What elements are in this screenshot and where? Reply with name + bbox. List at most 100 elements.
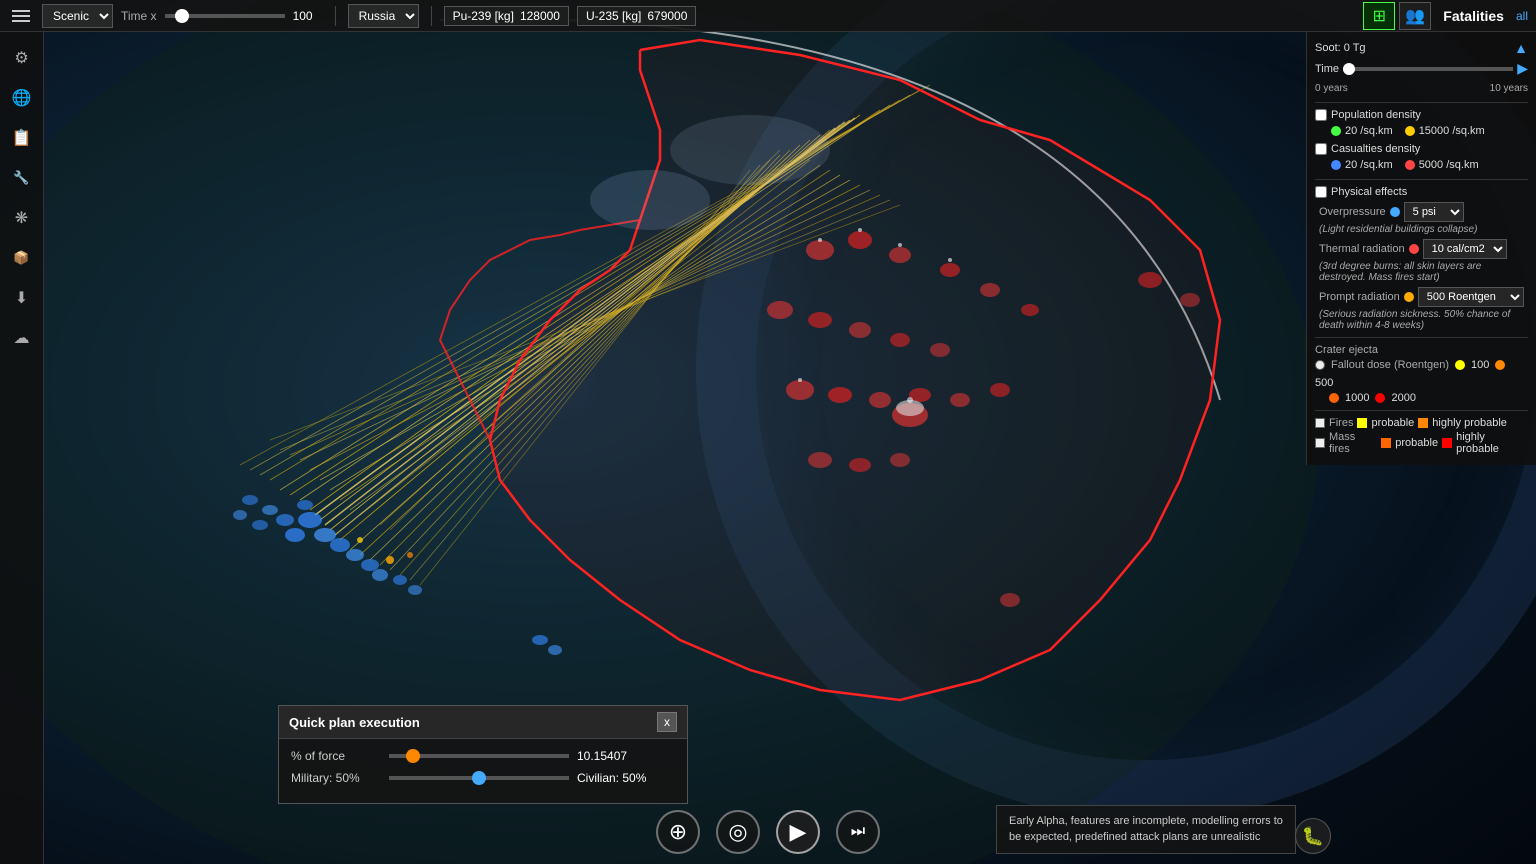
crater-ejecta-label: Crater ejecta xyxy=(1315,344,1528,356)
overpressure-label: Overpressure xyxy=(1319,206,1386,218)
crosshair-button[interactable]: ⊕ xyxy=(656,810,700,854)
force-label: % of force xyxy=(291,749,381,763)
fallout-dot-500 xyxy=(1495,360,1505,370)
pop-15000-label: 15000 /sq.km xyxy=(1419,125,1485,137)
quick-plan-close-button[interactable]: x xyxy=(657,712,677,732)
pop-density-label: Population density xyxy=(1331,109,1421,121)
military-slider[interactable] xyxy=(389,776,569,780)
crater-row-1: Fallout dose (Roentgen) 100 500 xyxy=(1315,359,1528,389)
country-select[interactable]: Russia xyxy=(348,4,419,28)
fires-sq-highly xyxy=(1418,418,1428,428)
physical-effects-row: Physical effects xyxy=(1315,186,1528,198)
sidebar: ⚙ 🌐 📋 🔧 ❋ 📦 ⬇ ☁ xyxy=(0,32,44,864)
bug-icon-button[interactable]: 🐛 xyxy=(1295,818,1331,854)
cas-5000-label: 5000 /sq.km xyxy=(1419,159,1479,171)
fatalities-label: Fatalities xyxy=(1443,8,1504,24)
mass-probable: probable xyxy=(1395,437,1438,449)
calculator-button[interactable]: ⊞ xyxy=(1363,2,1395,30)
sidebar-btn-settings[interactable]: ⚙ xyxy=(4,40,40,76)
u235-box: U-235 [kg] 679000 xyxy=(577,6,696,26)
overpressure-color xyxy=(1390,207,1400,217)
pu239-label: Pu-239 [kg] xyxy=(453,9,514,23)
u235-value: 679000 xyxy=(647,9,687,23)
thermal-color xyxy=(1409,244,1419,254)
time-arrow-play[interactable]: ▶ xyxy=(1517,60,1528,77)
sidebar-btn-assets[interactable]: 📦 xyxy=(4,240,40,276)
sidebar-btn-download[interactable]: ⬇ xyxy=(4,280,40,316)
u235-label: U-235 [kg] xyxy=(586,9,641,23)
time-start: 0 years xyxy=(1315,83,1348,94)
time-label-rp: Time xyxy=(1315,63,1339,75)
pop-density-checkbox[interactable] xyxy=(1315,109,1327,121)
mass-fires-row: Mass fires probable highly probable xyxy=(1315,431,1528,455)
sidebar-btn-tools[interactable]: 🔧 xyxy=(4,160,40,196)
sidebar-btn-cloud[interactable]: ☁ xyxy=(4,320,40,356)
fallout-dot-white xyxy=(1315,360,1325,370)
crater-row-2: 1000 2000 xyxy=(1329,392,1528,404)
overpressure-note: (Light residential buildings collapse) xyxy=(1319,224,1528,235)
prompt-note: (Serious radiation sickness. 50% chance … xyxy=(1319,309,1528,331)
alpha-notice: Early Alpha, features are incomplete, mo… xyxy=(996,805,1296,854)
fallout-500: 500 xyxy=(1315,377,1333,389)
fires-sq-probable xyxy=(1357,418,1367,428)
sidebar-btn-effects[interactable]: ❋ xyxy=(4,200,40,236)
time-end: 10 years xyxy=(1490,83,1528,94)
prompt-select[interactable]: 500 Roentgen 200 Roentgen 1000 Roentgen xyxy=(1418,287,1524,307)
time-slider[interactable] xyxy=(165,14,285,18)
people-icon: 👥 xyxy=(1405,6,1425,26)
all-link[interactable]: all xyxy=(1516,9,1528,23)
force-row: % of force 10.15407 xyxy=(291,749,675,763)
thermal-note: (3rd degree burns: all skin layers are d… xyxy=(1319,261,1528,283)
calculator-icon: ⊞ xyxy=(1373,6,1386,26)
soot-label: Soot: 0 Tg xyxy=(1315,42,1366,54)
right-panel: Soot: 0 Tg ▲ Time ▶ 0 years 10 years Pop… xyxy=(1306,32,1536,465)
fallout-2000: 2000 xyxy=(1391,392,1415,404)
pop-20-label: 20 /sq.km xyxy=(1345,125,1393,137)
fires-probable: probable xyxy=(1371,417,1414,429)
fires-label: Fires xyxy=(1329,417,1353,429)
time-slider-row: Time ▶ xyxy=(1315,60,1528,77)
scenario-select[interactable]: Scenic xyxy=(42,4,113,28)
physical-effects-checkbox[interactable] xyxy=(1315,186,1327,198)
menu-button[interactable] xyxy=(8,6,34,26)
cas-density-checkbox[interactable] xyxy=(1315,143,1327,155)
next-button[interactable]: ⏭ xyxy=(836,810,880,854)
fallout-100: 100 xyxy=(1471,359,1489,371)
fallout-1000: 1000 xyxy=(1345,392,1369,404)
cas-20-label: 20 /sq.km xyxy=(1345,159,1393,171)
force-value: 10.15407 xyxy=(577,749,637,763)
time-value: 100 xyxy=(293,9,323,23)
people-button[interactable]: 👥 xyxy=(1399,2,1431,30)
civilian-label: Civilian: 50% xyxy=(577,771,646,785)
soot-arrow[interactable]: ▲ xyxy=(1514,40,1528,56)
cas-density-label: Casualties density xyxy=(1331,143,1420,155)
soot-row: Soot: 0 Tg ▲ xyxy=(1315,40,1528,56)
topbar: Scenic Time x 100 Russia Pu-239 [kg] 128… xyxy=(0,0,1536,32)
physical-effects-label: Physical effects xyxy=(1331,186,1407,198)
thermal-select[interactable]: 10 cal/cm2 5 cal/cm2 20 cal/cm2 xyxy=(1423,239,1507,259)
cas-20-item: 20 /sq.km xyxy=(1331,159,1393,171)
pop-density-row: Population density xyxy=(1315,109,1528,121)
fires-highly-probable: highly probable xyxy=(1432,417,1507,429)
fallout-dot-1000 xyxy=(1329,393,1339,403)
quick-plan-dialog: Quick plan execution x % of force 10.154… xyxy=(278,705,688,804)
time-range-slider[interactable] xyxy=(1343,67,1513,71)
mass-fires-label: Mass fires xyxy=(1329,431,1377,455)
time-label: Time x xyxy=(121,9,157,23)
thermal-label: Thermal radiation xyxy=(1319,243,1405,255)
fires-sq-white xyxy=(1315,418,1325,428)
military-label: Military: 50% xyxy=(291,771,381,785)
cas-5000-item: 5000 /sq.km xyxy=(1405,159,1479,171)
sidebar-btn-globe[interactable]: 🌐 xyxy=(4,80,40,116)
sidebar-btn-layers[interactable]: 📋 xyxy=(4,120,40,156)
target-button[interactable]: ◎ xyxy=(716,810,760,854)
alpha-text: Early Alpha, features are incomplete, mo… xyxy=(1009,815,1283,842)
play-button[interactable]: ▶ xyxy=(776,810,820,854)
top-right-icons: ⊞ 👥 Fatalities all xyxy=(1355,0,1536,32)
pop-15000-item: 15000 /sq.km xyxy=(1405,125,1485,137)
force-slider[interactable] xyxy=(389,754,569,758)
mass-highly-probable: highly probable xyxy=(1456,431,1528,455)
overpressure-select[interactable]: 5 psi 3 psi 10 psi xyxy=(1404,202,1464,222)
pu239-box: Pu-239 [kg] 128000 xyxy=(444,6,569,26)
pop-20-item: 20 /sq.km xyxy=(1331,125,1393,137)
